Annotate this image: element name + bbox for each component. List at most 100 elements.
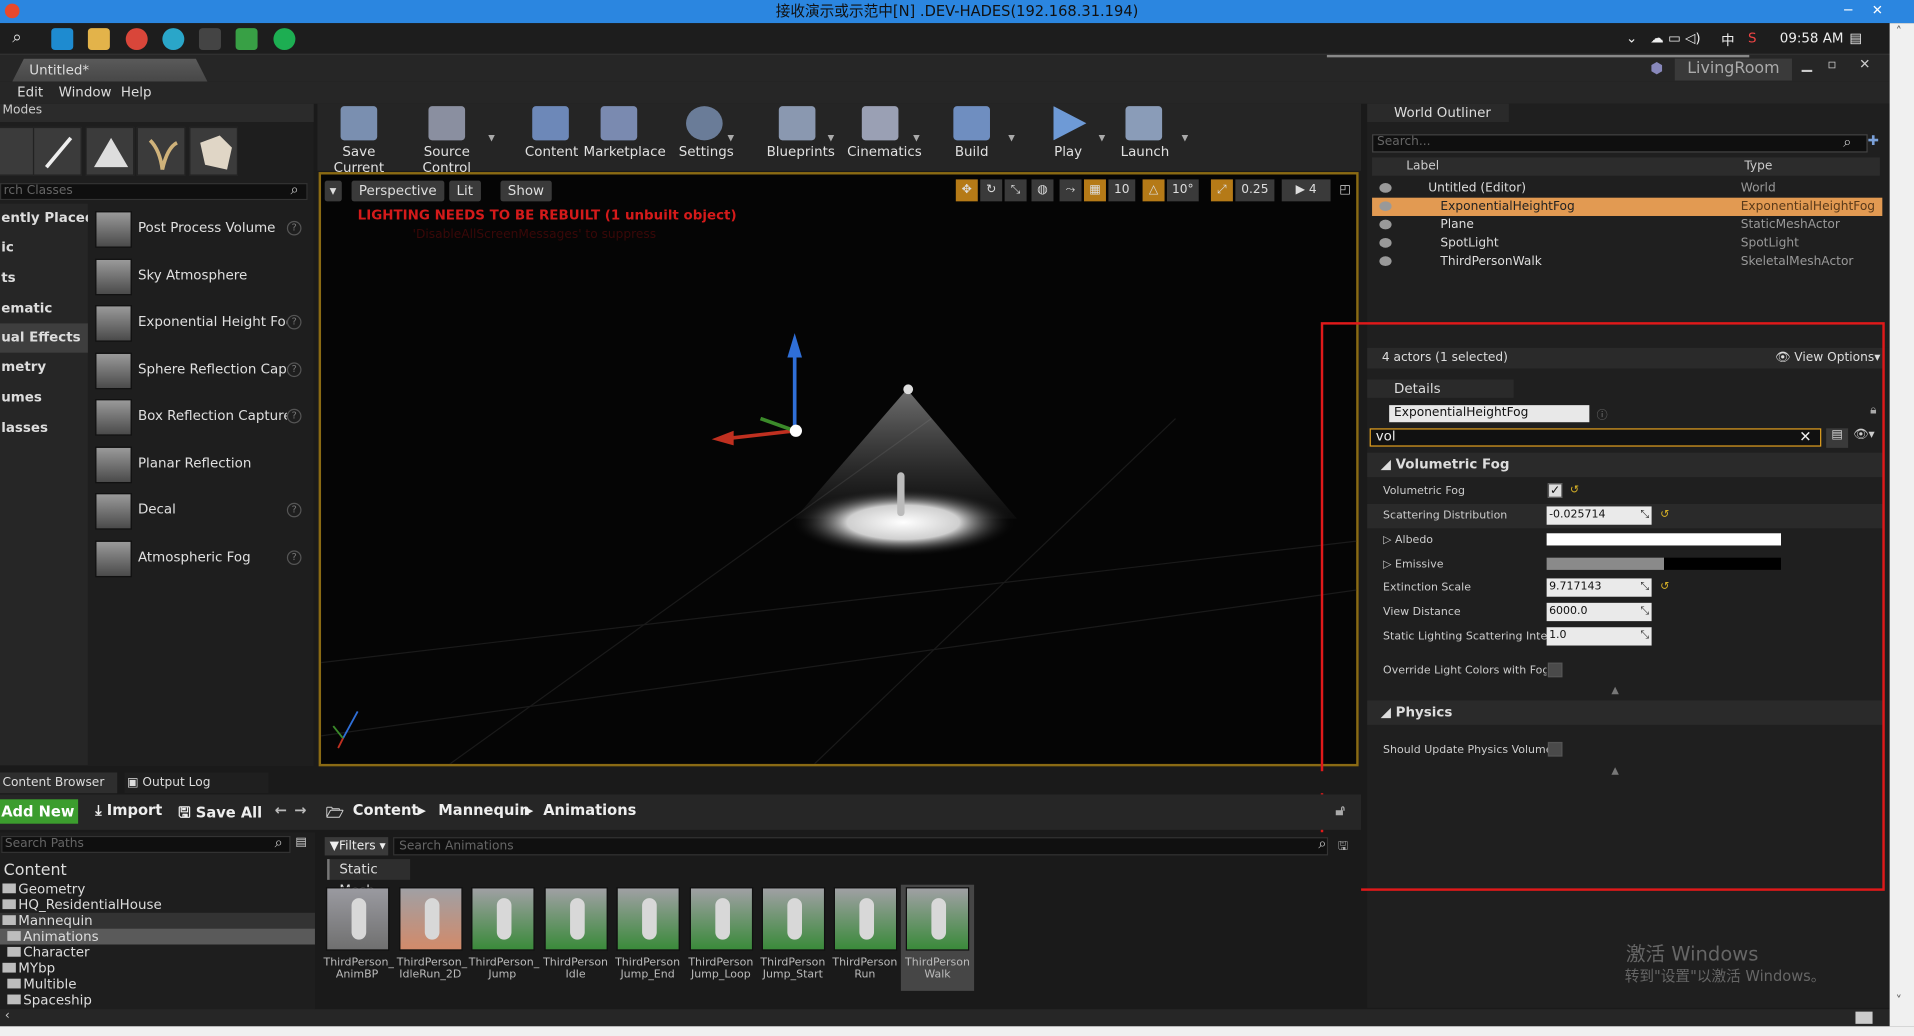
play-button[interactable]: Play ▼ [1045,106,1105,167]
editor-close-icon[interactable]: ✕ [1859,56,1870,72]
tree-item-content[interactable]: Content [0,862,315,880]
content-button[interactable]: Content [525,106,578,167]
dropdown-arrow-icon[interactable]: ▼ [488,133,495,143]
ime-indicator[interactable]: 中 [1721,31,1734,51]
menu-help[interactable]: Help [121,84,152,100]
asset-tile[interactable]: ThirdPerson_ AnimBP [323,885,394,991]
build-button[interactable]: Build ▼ [950,106,1015,167]
path-view-options-icon[interactable]: ▤ [295,836,307,849]
eye-icon[interactable] [1379,183,1392,193]
level-viewport[interactable]: ▾ Perspective Lit Show ✥ ↻ ⤡ ◍ ⤳ ▦ 10 △ … [318,172,1359,767]
geometry-mode-icon[interactable] [189,126,239,176]
place-item-post-process-volume[interactable]: Post Process Volume? [95,209,307,250]
tree-item-mybp[interactable]: MYbp [0,960,315,976]
outliner-tab[interactable]: World Outliner [1367,103,1509,123]
asset-tile[interactable]: ThirdPerson Idle [542,885,609,991]
document-tab[interactable]: Untitled* [12,58,208,82]
tree-item-hq-residentialhouse[interactable]: HQ_ResidentialHouse [0,897,315,913]
outliner-row-selected[interactable]: ExponentialHeightFog ExponentialHeightFog [1372,197,1883,216]
tree-item-mannequin[interactable]: Mannequin [0,912,315,929]
blueprints-button[interactable]: Blueprints ▼ [767,106,835,167]
add-folder-icon[interactable]: ✚ [1868,133,1879,149]
minimize-icon[interactable]: ─ [1833,0,1862,22]
editor-minimize-icon[interactable]: ▁ [1802,56,1812,72]
save-search-icon[interactable]: 🖫︎ [1338,837,1348,858]
outliner-row[interactable]: SpotLight SpotLight [1372,234,1882,252]
breadcrumb-content[interactable]: Content [353,802,419,819]
paint-mode-icon[interactable] [32,126,82,176]
filter-chip-static-mesh[interactable]: Static Mesh [327,859,411,898]
save-all-button[interactable]: 🖫︎ Save All [178,802,262,828]
launch-button[interactable]: Launch ▼ [1121,106,1188,167]
class-search-input[interactable]: rch Classes [0,183,308,201]
place-item-exponential-height-fog[interactable]: Exponential Height Fog? [95,303,307,344]
category-cinematic[interactable]: ematic [0,294,88,323]
dropdown-arrow-icon[interactable]: ▼ [913,133,920,143]
eye-icon[interactable] [1379,237,1392,248]
asset-tile[interactable]: ThirdPerson Jump_Loop [687,885,754,991]
breadcrumb-animations[interactable]: Animations [543,802,636,819]
landscape-mode-icon[interactable] [85,126,135,176]
eye-icon[interactable] [1379,219,1392,230]
add-new-button[interactable]: Add New ▾ [0,799,79,844]
asset-tile[interactable]: ThirdPerson_ Jump [469,885,539,991]
outliner-row[interactable]: Untitled (Editor) World [1372,179,1882,197]
save-current-button[interactable]: Save Current [322,106,395,176]
category-visual-effects[interactable]: ual Effects [0,323,88,353]
tree-item-character[interactable]: Character [0,945,315,960]
unreal-icon[interactable] [198,28,221,51]
scroll-thumb[interactable] [1855,1011,1873,1024]
help-icon[interactable]: ? [286,314,302,330]
asset-search-input[interactable]: Search Animations [393,837,1329,856]
chrome-icon[interactable] [125,28,148,51]
file-explorer-icon[interactable] [87,28,110,51]
category-recently-placed[interactable]: ently Placed [0,204,88,233]
help-icon[interactable]: ? [286,220,302,236]
eye-icon[interactable] [1379,256,1392,267]
editor-restore-icon[interactable]: ▫ [1827,56,1836,72]
eye-icon[interactable] [1379,201,1392,212]
asset-tile-selected[interactable]: ThirdPerson Walk [900,884,975,991]
horizontal-scrollbar[interactable]: ‹ [0,1009,1890,1027]
help-icon[interactable]: ? [286,502,302,518]
category-basic[interactable]: ic [0,233,88,262]
filters-button[interactable]: ▼Filters ▾ [324,837,389,856]
forward-arrow-icon[interactable]: → [294,802,306,819]
chevron-up-icon[interactable]: ⌄ [1626,31,1637,47]
dropdown-arrow-icon[interactable]: ▼ [1099,133,1106,143]
outliner-row[interactable]: Plane StaticMeshActor [1372,216,1882,234]
source-control-button[interactable]: Source Control ▼ [403,106,495,176]
category-geometry[interactable]: metry [0,353,88,382]
outliner-search-input[interactable]: Search... [1372,134,1868,153]
app2-icon[interactable] [273,28,296,51]
lock-icon[interactable]: 🔓︎ [1335,802,1344,820]
column-type[interactable]: Type [1744,160,1772,173]
outliner-row[interactable]: ThirdPersonWalk SkeletalMeshActor [1372,253,1882,271]
cinematics-button[interactable]: Cinematics ▼ [847,106,922,167]
dropdown-arrow-icon[interactable]: ▼ [1182,133,1189,143]
app-icon[interactable] [235,28,258,51]
dropdown-arrow-icon[interactable]: ▼ [828,133,835,143]
tab-output-log[interactable]: ▣ Output Log [124,772,269,794]
dropdown-arrow-icon[interactable]: ▼ [728,133,735,143]
foliage-mode-icon[interactable] [136,126,186,176]
vertical-scrollbar[interactable]: ˄ ˅ [1889,23,1914,1027]
place-item-atmospheric-fog[interactable]: Atmospheric Fog? [95,538,307,579]
sogou-icon[interactable]: S [1748,31,1757,47]
asset-tile[interactable]: ThirdPerson Jump_Start [759,885,826,991]
menu-edit[interactable]: Edit [17,84,43,100]
menu-window[interactable]: Window [59,84,112,100]
search-icon[interactable]: ⌕ [12,28,34,50]
place-mode-icon[interactable] [0,126,35,176]
help-icon[interactable]: ? [286,408,302,424]
category-lights[interactable]: ts [0,264,88,293]
ie-icon[interactable] [162,28,185,51]
tab-content-browser[interactable]: Content Browser [0,772,118,794]
tree-item-animations[interactable]: Animations [0,928,315,945]
category-volumes[interactable]: umes [0,383,88,412]
place-item-decal[interactable]: Decal? [95,491,307,532]
place-item-sphere-reflection-capture[interactable]: Sphere Reflection Captur? [95,350,307,391]
place-item-planar-reflection[interactable]: Planar Reflection [95,444,307,485]
edge-icon[interactable] [51,28,74,51]
marketplace-button[interactable]: Marketplace [583,106,666,167]
